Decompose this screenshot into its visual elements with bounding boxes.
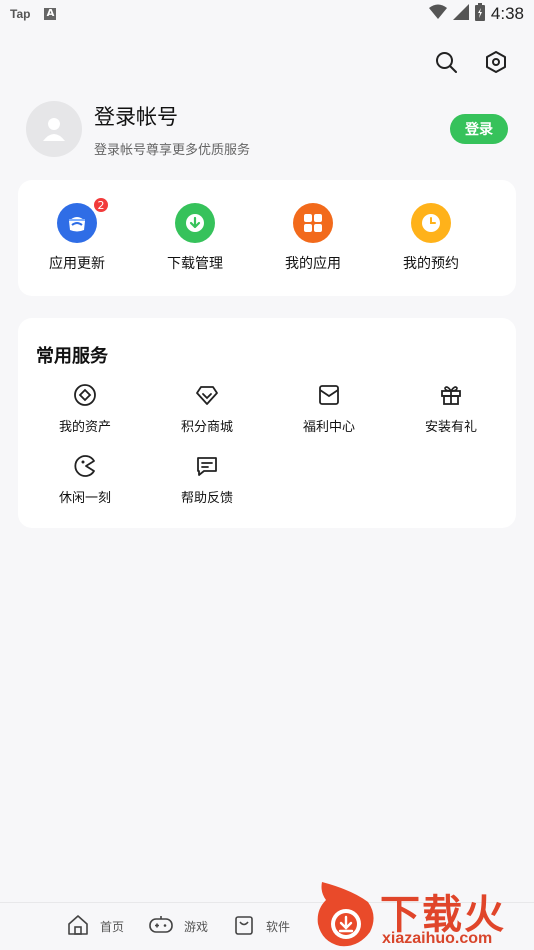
services-title: 常用服务 [36, 346, 108, 367]
service-help-feedback-label: 帮助反馈 [180, 491, 233, 506]
watermark-logo: 下载火 xiazaihuo.com [312, 880, 534, 950]
service-install-gift-label: 安装有礼 [424, 420, 477, 435]
services-grid: 我的资产 积分商城 福利中心 安装有礼 休闲一刻 帮助反馈 [24, 382, 514, 506]
signal-icon [452, 4, 469, 24]
service-my-assets[interactable]: 我的资产 [24, 382, 146, 435]
service-points-mall[interactable]: 积分商城 [146, 382, 268, 435]
flame-logo-icon [317, 882, 374, 947]
gift-icon [438, 382, 464, 408]
quick-my-apps[interactable]: 我的应用 [254, 203, 372, 273]
status-right: 4:38 [428, 3, 524, 25]
top-actions [434, 50, 508, 74]
service-help-feedback[interactable]: 帮助反馈 [146, 453, 268, 506]
nav-software[interactable]: 软件 [232, 913, 290, 941]
quick-download-manager[interactable]: 下载管理 [136, 203, 254, 273]
quick-download-manager-label: 下载管理 [167, 256, 223, 272]
quick-my-apps-label: 我的应用 [285, 256, 341, 272]
a-notification-icon: A [44, 8, 57, 20]
watermark-domain: xiazaihuo.com [382, 930, 493, 947]
common-services-card: 常用服务 我的资产 积分商城 福利中心 安装有礼 休闲一刻 帮助反馈 [18, 318, 516, 528]
service-points-mall-label: 积分商城 [180, 420, 233, 435]
service-welfare-center-label: 福利中心 [302, 420, 355, 435]
quick-actions-card: 2 应用更新 下载管理 我的应用 我的预约 [18, 180, 516, 296]
battery-icon [474, 3, 485, 25]
quick-my-reservations-label: 我的预约 [403, 256, 459, 272]
nav-games-label: 游戏 [184, 920, 209, 934]
nav-home[interactable]: 首页 [66, 913, 124, 941]
home-icon [66, 913, 90, 941]
service-my-assets-label: 我的资产 [58, 420, 111, 435]
clock-icon [411, 203, 451, 243]
gamepad-icon [148, 913, 174, 941]
nav-software-label: 软件 [266, 920, 291, 934]
update-count-badge: 2 [93, 197, 109, 213]
avatar[interactable] [26, 101, 82, 157]
download-icon [175, 203, 215, 243]
diamond-icon [194, 382, 220, 408]
profile-title[interactable]: 登录帐号 [94, 101, 450, 131]
envelope-icon [316, 382, 342, 408]
update-icon [57, 203, 97, 243]
quick-app-update-label: 应用更新 [49, 256, 105, 272]
nav-games[interactable]: 游戏 [148, 913, 208, 941]
bag-icon [232, 913, 256, 941]
status-left: Tap A [10, 7, 57, 21]
profile-subtitle: 登录帐号尊享更多优质服务 [94, 142, 251, 158]
wifi-icon [428, 4, 447, 24]
service-welfare-center[interactable]: 福利中心 [268, 382, 390, 435]
pacman-icon [72, 453, 98, 479]
quick-app-update[interactable]: 2 应用更新 [18, 197, 136, 273]
feedback-icon [194, 453, 220, 479]
search-icon[interactable] [434, 50, 458, 74]
login-button[interactable]: 登录 [450, 114, 508, 144]
tap-notification-icon: Tap [10, 7, 31, 21]
asset-icon [72, 382, 98, 408]
profile-header[interactable]: 登录帐号 登录帐号尊享更多优质服务 登录 [26, 100, 508, 158]
status-bar: Tap A 4:38 [0, 0, 534, 28]
profile-text: 登录帐号 登录帐号尊享更多优质服务 [94, 101, 450, 158]
clock-time: 4:38 [490, 4, 524, 23]
nav-home-label: 首页 [100, 920, 125, 934]
service-install-gift[interactable]: 安装有礼 [390, 382, 512, 435]
apps-grid-icon [293, 203, 333, 243]
settings-icon[interactable] [484, 50, 508, 74]
quick-my-reservations[interactable]: 我的预约 [372, 203, 490, 273]
service-leisure-moment[interactable]: 休闲一刻 [24, 453, 146, 506]
service-leisure-moment-label: 休闲一刻 [58, 491, 111, 506]
